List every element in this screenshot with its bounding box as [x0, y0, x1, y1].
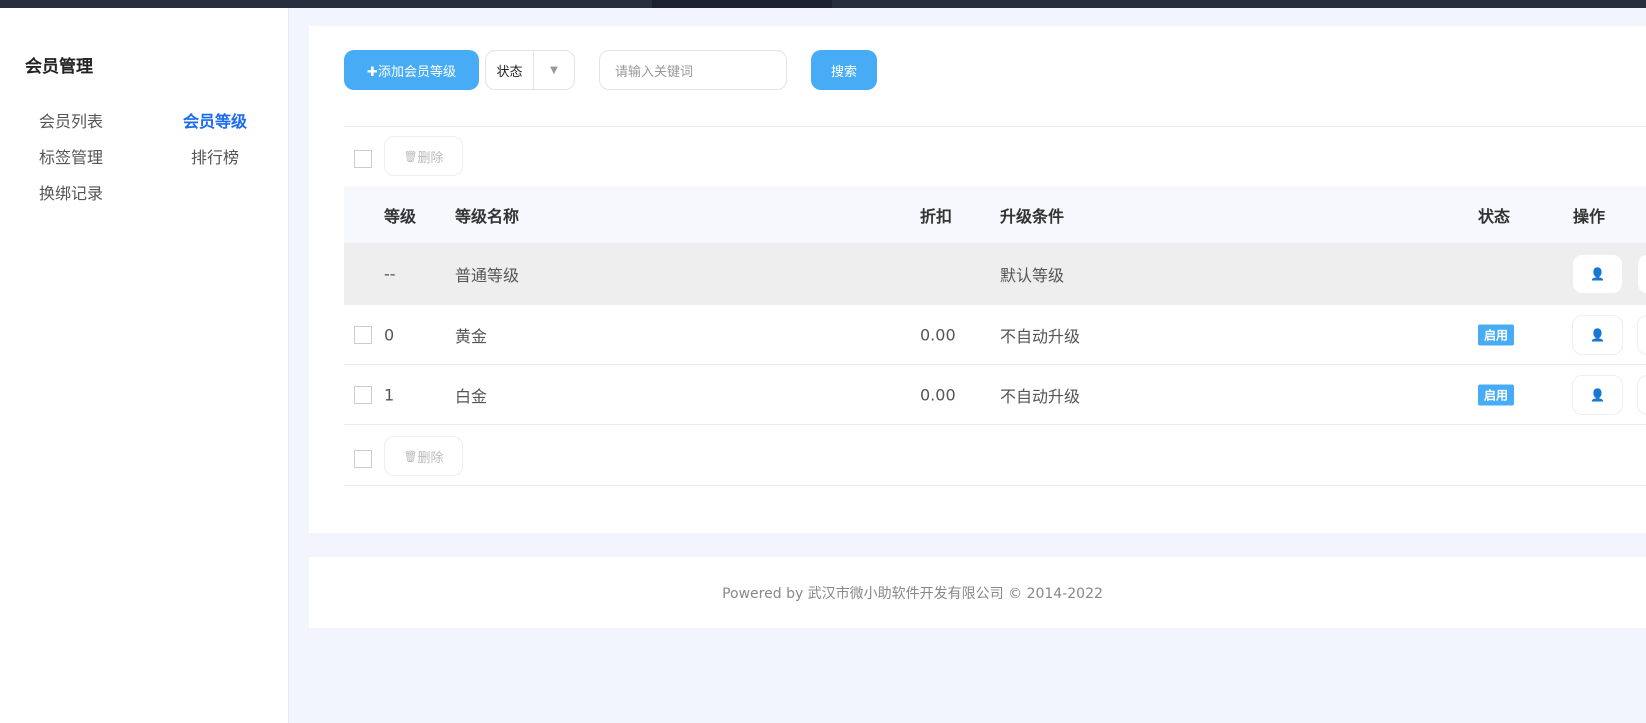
status-badge: 启用: [1478, 324, 1515, 345]
cell-name: 黄金: [455, 326, 488, 346]
table-header: 等级 等级名称 折扣 升级条件 状态 操作: [344, 186, 1646, 243]
table-row: 0 黄金 0.00 不自动升级 启用 👤: [344, 305, 1646, 365]
add-level-button[interactable]: ✚添加会员等级: [344, 50, 479, 90]
copyright-text: Powered by 武汉市微小助软件开发有限公司 © 2014-2022: [722, 585, 1103, 602]
user-icon: 👤: [1590, 267, 1605, 281]
sidebar: 会员管理 会员列表 会员等级 标签管理 排行榜 换绑记录: [0, 8, 289, 723]
footer: Powered by 武汉市微小助软件开发有限公司 © 2014-2022: [309, 557, 1646, 628]
delete-label: 删除: [417, 150, 444, 166]
table-row: 1 白金 0.00 不自动升级 启用 👤: [344, 365, 1646, 425]
delete-button[interactable]: 🗑 删除: [384, 136, 463, 176]
cell-level: 1: [384, 385, 395, 404]
cell-level: 0: [384, 325, 395, 344]
row-checkbox[interactable]: [354, 386, 372, 404]
row-checkbox[interactable]: [354, 326, 372, 344]
member-button[interactable]: 👤: [1572, 254, 1623, 294]
cell-discount: 0.00: [920, 385, 956, 404]
sidebar-item-tags[interactable]: 标签管理: [39, 144, 103, 168]
status-badge: 启用: [1478, 384, 1515, 405]
cell-condition: 不自动升级: [1000, 326, 1081, 346]
select-all-checkbox[interactable]: [354, 150, 372, 168]
user-icon: 👤: [1590, 387, 1605, 402]
col-actions: 操作: [1573, 206, 1606, 226]
delete-button-bottom[interactable]: 🗑 删除: [384, 436, 463, 476]
action-button[interactable]: [1637, 254, 1646, 294]
user-icon: 👤: [1590, 327, 1605, 342]
trash-icon: 🗑: [403, 449, 418, 463]
sidebar-title: 会员管理: [25, 57, 93, 77]
chevron-down-icon: ▼: [550, 64, 558, 76]
action-button[interactable]: [1637, 374, 1646, 415]
cell-name: 普通等级: [455, 266, 520, 285]
sidebar-item-member-list[interactable]: 会员列表: [39, 108, 103, 132]
keyword-input[interactable]: 请输入关键词: [599, 50, 787, 90]
main-card: ✚添加会员等级 状态 ▼ 请输入关键词 搜索 🗑 删除 等级 等级名称 折扣 升级…: [309, 26, 1646, 533]
cell-level: --: [384, 264, 396, 284]
divider: [344, 485, 1646, 486]
status-select[interactable]: 状态 ▼: [485, 50, 575, 90]
cell-discount: 0.00: [920, 325, 956, 344]
sidebar-item-ranking[interactable]: 排行榜: [191, 144, 239, 168]
action-button[interactable]: [1637, 314, 1646, 355]
col-name: 等级名称: [455, 206, 520, 226]
col-condition: 升级条件: [1000, 206, 1065, 226]
trash-icon: 🗑: [403, 149, 418, 163]
search-button[interactable]: 搜索: [811, 50, 877, 90]
cell-name: 白金: [455, 386, 488, 406]
delete-label: 删除: [417, 450, 444, 466]
cell-condition: 不自动升级: [1000, 386, 1081, 406]
sidebar-item-member-level[interactable]: 会员等级: [183, 108, 247, 132]
table-row: -- 普通等级 默认等级 👤: [344, 243, 1646, 305]
col-discount: 折扣: [920, 206, 953, 226]
member-button[interactable]: 👤: [1572, 314, 1623, 355]
sidebar-item-rebind-records[interactable]: 换绑记录: [39, 180, 103, 204]
col-level: 等级: [384, 206, 417, 226]
cell-condition: 默认等级: [1000, 266, 1065, 285]
col-status: 状态: [1478, 206, 1511, 226]
divider: [344, 126, 1646, 127]
top-bar-segment: [652, 0, 832, 8]
select-all-checkbox-bottom[interactable]: [354, 450, 372, 468]
status-select-label: 状态: [486, 51, 534, 89]
top-bar: [0, 0, 1646, 8]
member-button[interactable]: 👤: [1572, 374, 1623, 415]
